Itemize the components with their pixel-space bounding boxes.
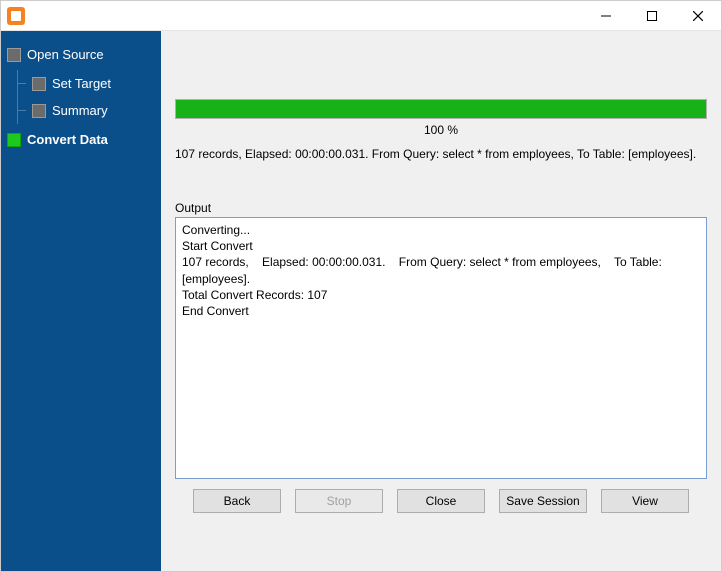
minimize-icon	[601, 11, 611, 21]
tree-node-summary[interactable]: Summary	[26, 97, 155, 124]
wizard-tree: Open Source Set Target Summary	[7, 43, 155, 151]
tree-label: Set Target	[52, 76, 111, 91]
tree-children: Set Target Summary	[17, 70, 155, 124]
output-label: Output	[175, 201, 707, 215]
tree-connector	[18, 110, 26, 111]
tree-node-set-target[interactable]: Set Target	[26, 70, 155, 97]
tree-label: Open Source	[27, 47, 104, 62]
back-button[interactable]: Back	[193, 489, 281, 513]
tree-box-icon	[32, 104, 46, 118]
app-window: Open Source Set Target Summary	[0, 0, 722, 572]
window-body: Open Source Set Target Summary	[1, 31, 721, 571]
close-icon	[693, 11, 703, 21]
progress-fill	[176, 100, 706, 118]
close-button[interactable]: Close	[397, 489, 485, 513]
tree-label-active: Convert Data	[27, 132, 108, 147]
window-controls	[583, 1, 721, 30]
app-icon	[7, 7, 25, 25]
tree-label: Summary	[52, 103, 108, 118]
view-button[interactable]: View	[601, 489, 689, 513]
progress-bar	[175, 99, 707, 119]
maximize-button[interactable]	[629, 1, 675, 31]
mid-spacer	[175, 161, 707, 201]
titlebar-left	[7, 7, 31, 25]
maximize-icon	[647, 11, 657, 21]
status-line: 107 records, Elapsed: 00:00:00.031. From…	[175, 147, 707, 161]
tree-box-icon	[7, 48, 21, 62]
button-row: Back Stop Close Save Session View	[175, 479, 707, 517]
tree-box-icon-active	[7, 133, 21, 147]
progress-section: 100 %	[175, 99, 707, 137]
output-textarea[interactable]	[175, 217, 707, 479]
top-spacer	[175, 41, 707, 99]
tree-box-icon	[32, 77, 46, 91]
output-section: Output	[175, 201, 707, 479]
main-panel: 100 % 107 records, Elapsed: 00:00:00.031…	[161, 31, 721, 571]
titlebar	[1, 1, 721, 31]
close-window-button[interactable]	[675, 1, 721, 31]
progress-percent-text: 100 %	[175, 123, 707, 137]
save-session-button[interactable]: Save Session	[499, 489, 587, 513]
tree-node-open-source[interactable]: Open Source	[7, 43, 155, 66]
tree-node-convert-data[interactable]: Convert Data	[7, 128, 155, 151]
minimize-button[interactable]	[583, 1, 629, 31]
wizard-sidebar: Open Source Set Target Summary	[1, 31, 161, 571]
stop-button[interactable]: Stop	[295, 489, 383, 513]
tree-connector	[18, 83, 26, 84]
